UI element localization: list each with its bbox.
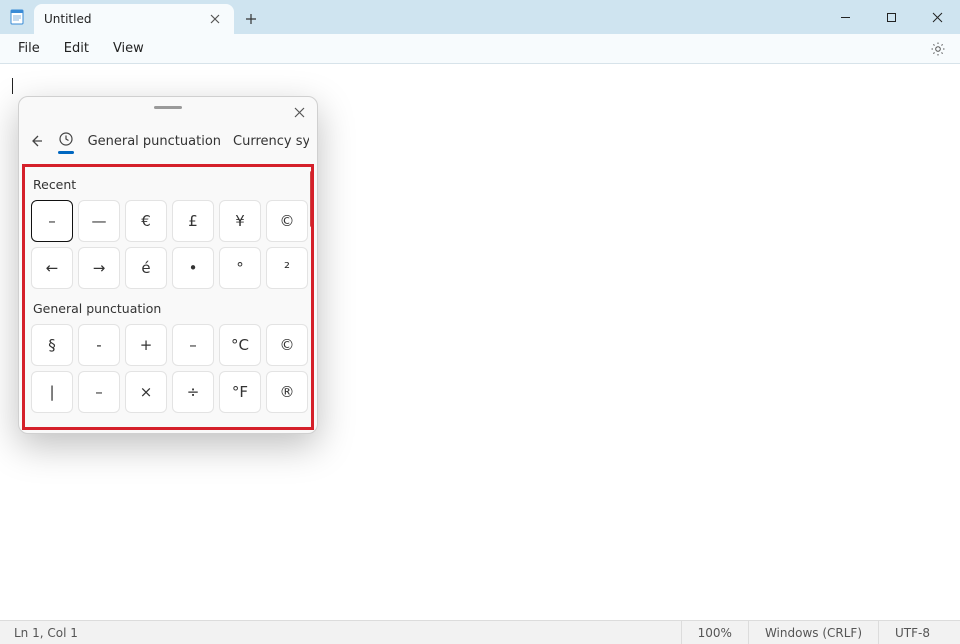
symbol-panel: General punctuation Currency symbols Rec…	[18, 96, 318, 434]
close-button[interactable]	[914, 0, 960, 34]
symbol-key[interactable]: +	[125, 324, 167, 366]
tab-close-icon[interactable]	[206, 10, 224, 28]
panel-nav: General punctuation Currency symbols	[19, 117, 317, 165]
symbol-key[interactable]: -	[78, 324, 120, 366]
panel-close-button[interactable]	[287, 100, 311, 124]
minimize-icon	[840, 12, 851, 23]
symbol-key[interactable]: °C	[219, 324, 261, 366]
panel-body: Recent – — € £ ¥ © ← → é • ° ² General p…	[25, 167, 311, 427]
titlebar: Untitled	[0, 0, 960, 34]
status-eol[interactable]: Windows (CRLF)	[748, 621, 878, 644]
app-icon	[0, 0, 34, 34]
symbol-key[interactable]: ©	[266, 324, 308, 366]
symbol-key[interactable]: —	[78, 200, 120, 242]
tab-title: Untitled	[44, 12, 200, 26]
arrow-left-icon	[28, 133, 44, 149]
panel-drag-handle[interactable]	[154, 106, 182, 109]
maximize-icon	[886, 12, 897, 23]
symbol-key[interactable]: –	[78, 371, 120, 413]
symbol-key[interactable]: ©	[266, 200, 308, 242]
menu-edit[interactable]: Edit	[54, 37, 99, 60]
titlebar-drag-region[interactable]	[268, 0, 822, 34]
close-icon	[294, 107, 305, 118]
panel-category-general[interactable]: General punctuation	[88, 134, 221, 149]
active-tab-indicator	[58, 151, 74, 154]
settings-button[interactable]	[924, 35, 952, 63]
symbol-key[interactable]: ®	[266, 371, 308, 413]
plus-icon	[245, 13, 257, 25]
symbol-key[interactable]: §	[31, 324, 73, 366]
menu-file[interactable]: File	[8, 37, 50, 60]
maximize-button[interactable]	[868, 0, 914, 34]
symbol-key[interactable]: é	[125, 247, 167, 289]
recent-grid: – — € £ ¥ © ← → é • ° ²	[31, 200, 305, 289]
panel-back-button[interactable]	[27, 127, 45, 155]
close-icon	[932, 12, 943, 23]
clock-icon	[58, 131, 74, 147]
symbol-key[interactable]: –	[172, 324, 214, 366]
symbol-key[interactable]: °	[219, 247, 261, 289]
symbol-key[interactable]: ¥	[219, 200, 261, 242]
symbol-key[interactable]: ×	[125, 371, 167, 413]
menubar: File Edit View	[0, 34, 960, 64]
symbol-key[interactable]: £	[172, 200, 214, 242]
status-encoding[interactable]: UTF-8	[878, 621, 946, 644]
symbol-key[interactable]: ←	[31, 247, 73, 289]
symbol-key[interactable]: ÷	[172, 371, 214, 413]
status-position[interactable]: Ln 1, Col 1	[14, 626, 681, 640]
general-grid: § - + – °C © | – × ÷ °F ®	[31, 324, 305, 413]
minimize-button[interactable]	[822, 0, 868, 34]
symbol-key[interactable]: –	[31, 200, 73, 242]
symbol-key[interactable]: •	[172, 247, 214, 289]
statusbar: Ln 1, Col 1 100% Windows (CRLF) UTF-8	[0, 620, 960, 644]
symbol-key[interactable]: ²	[266, 247, 308, 289]
symbol-key[interactable]: |	[31, 371, 73, 413]
menu-view[interactable]: View	[103, 37, 154, 60]
status-zoom[interactable]: 100%	[681, 621, 748, 644]
symbol-key[interactable]: €	[125, 200, 167, 242]
panel-recent-tab[interactable]	[57, 128, 75, 154]
panel-category-currency[interactable]: Currency symbols	[233, 134, 309, 149]
tab-untitled[interactable]: Untitled	[34, 4, 234, 34]
section-general-label: General punctuation	[33, 301, 303, 316]
gear-icon	[930, 41, 946, 57]
symbol-key[interactable]: →	[78, 247, 120, 289]
new-tab-button[interactable]	[234, 4, 268, 34]
text-caret	[12, 78, 13, 94]
symbol-key[interactable]: °F	[219, 371, 261, 413]
section-recent-label: Recent	[33, 177, 303, 192]
scrollbar-thumb[interactable]	[310, 171, 311, 227]
